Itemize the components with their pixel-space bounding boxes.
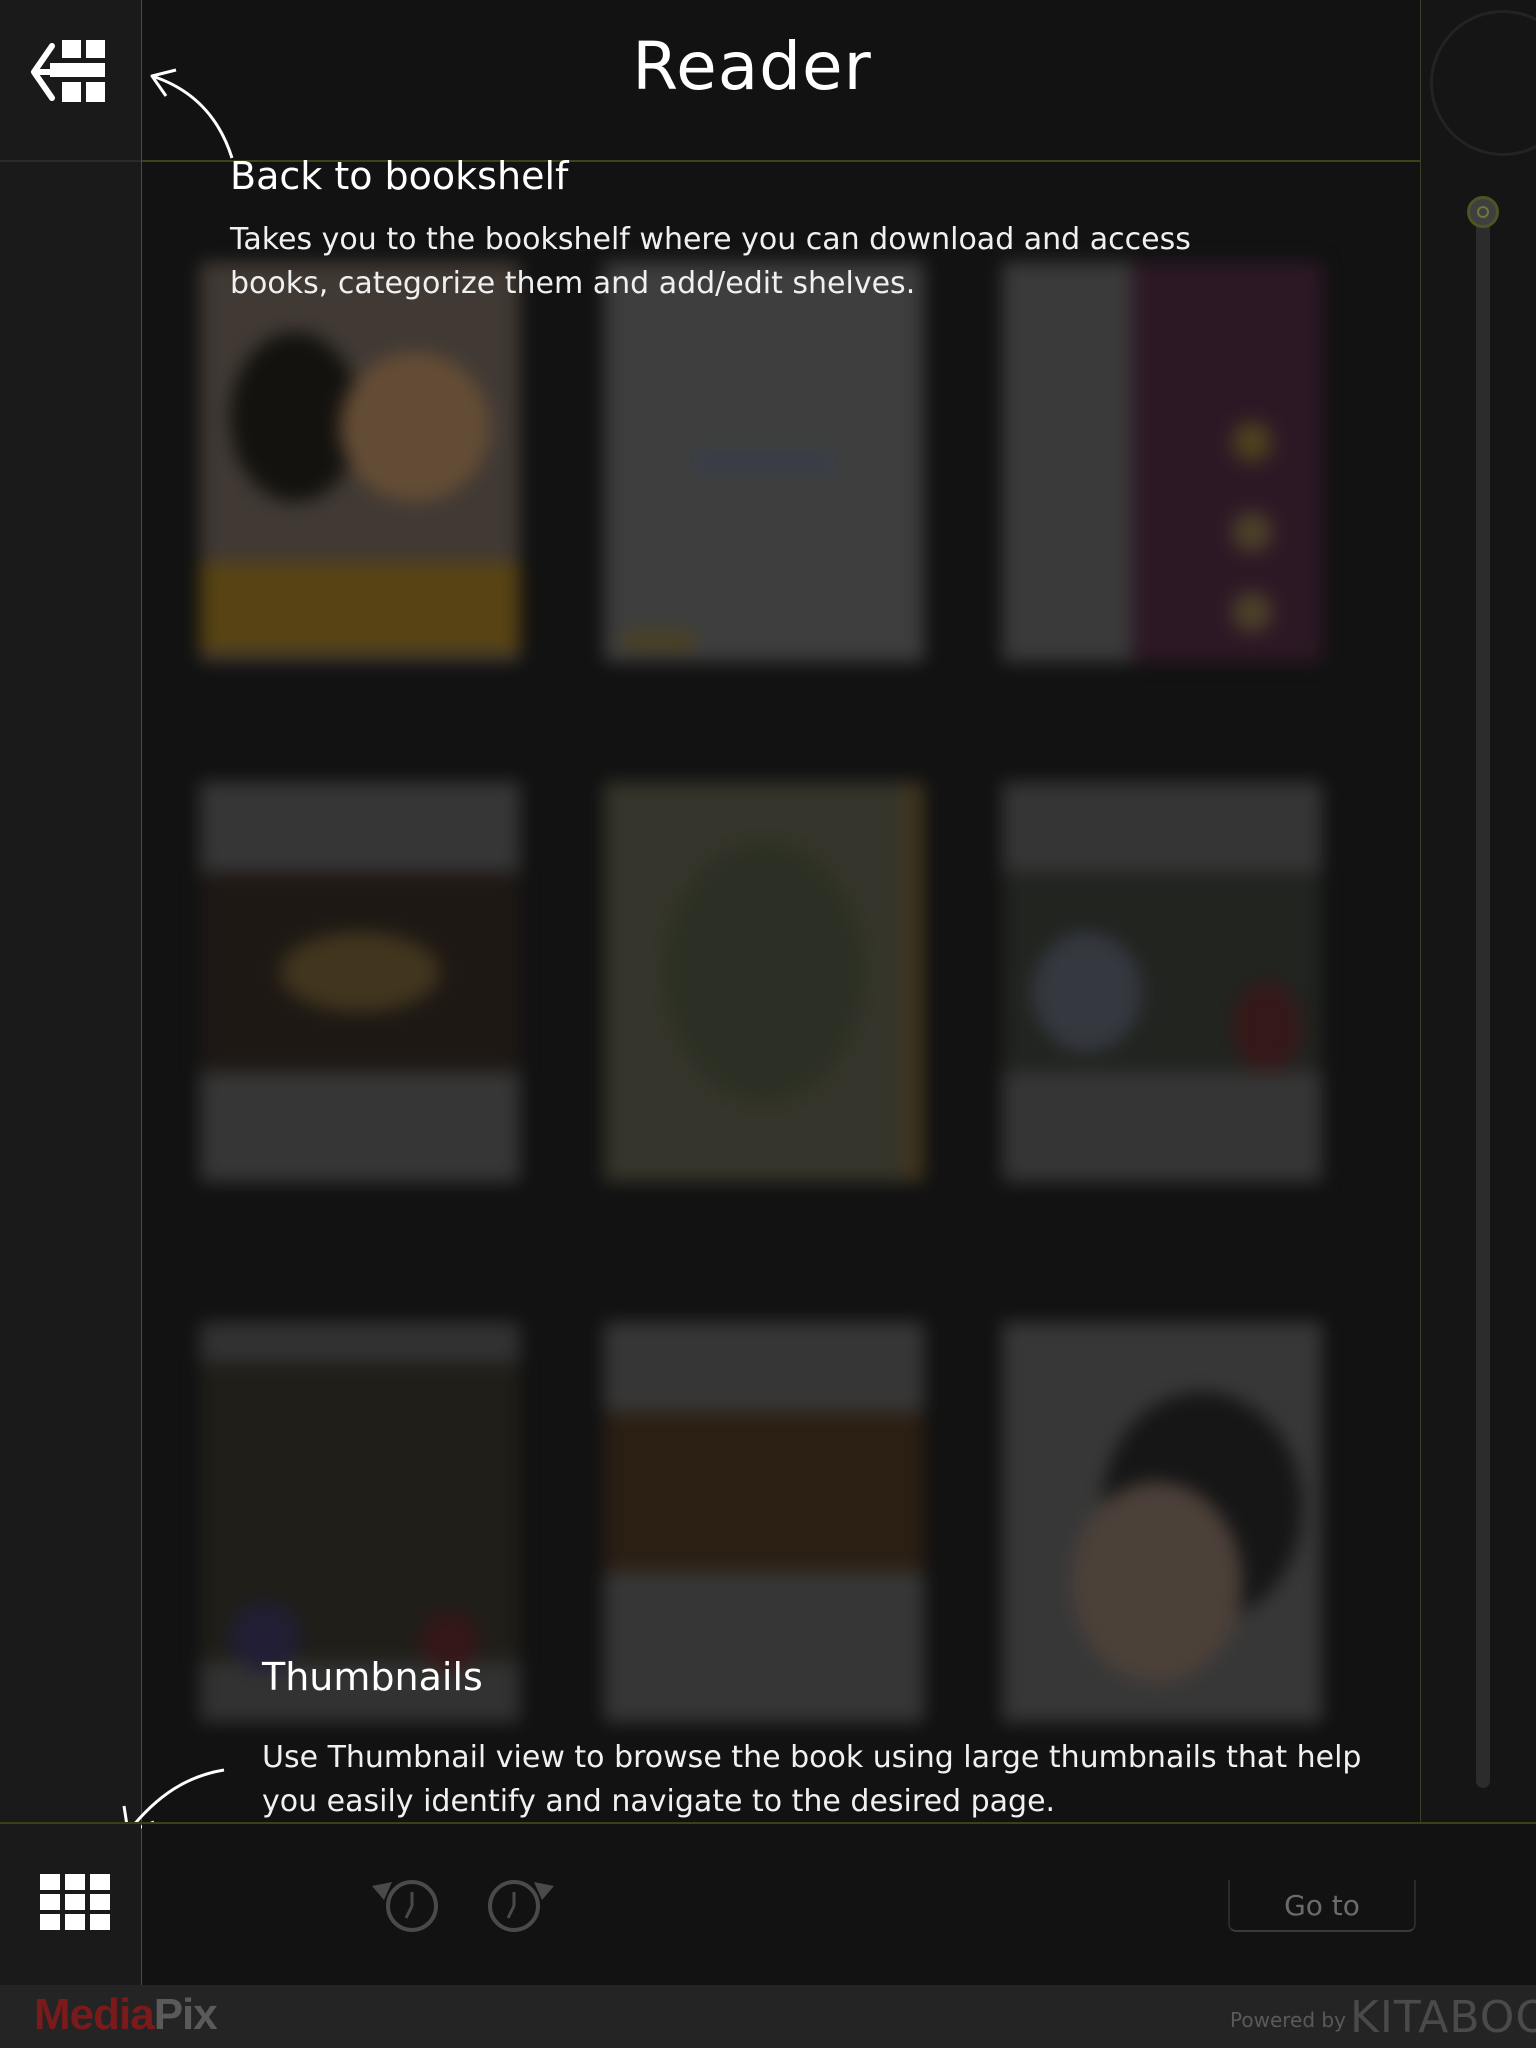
back-to-bookshelf-icon	[31, 40, 105, 102]
page-thumbnails-area	[142, 162, 1420, 1822]
history-forward-icon	[488, 1880, 554, 1932]
go-to-button[interactable]: Go to	[1228, 1880, 1416, 1932]
right-divider	[1420, 0, 1421, 1822]
left-rail	[0, 0, 141, 1985]
page-title: Reader	[632, 28, 872, 105]
history-forward-button[interactable]	[484, 1876, 556, 1934]
callout-back-description: Takes you to the bookshelf where you can…	[230, 222, 1191, 301]
kitaboo-logo: KITABOO	[1350, 1992, 1536, 2043]
left-divider	[141, 0, 142, 1985]
page-scrollbar-track[interactable]	[1476, 200, 1490, 1788]
powered-by-label: Powered by	[1230, 2008, 1346, 2032]
left-rail-divider	[0, 160, 141, 162]
page-scrollbar-handle[interactable]	[1467, 196, 1499, 228]
callout-thumbnails-description: Use Thumbnail view to browse the book us…	[262, 1740, 1362, 1819]
brand-name-part2: Pix	[153, 1990, 218, 2039]
back-to-bookshelf-button[interactable]	[30, 36, 114, 108]
thumbnails-button[interactable]	[40, 1874, 110, 1930]
decorative-ring	[1430, 10, 1536, 156]
brand-name-part1: Media	[34, 1990, 155, 2039]
callout-back-title: Back to bookshelf	[230, 154, 569, 198]
overlay-dim	[142, 162, 1420, 1822]
toolbar-divider	[0, 1822, 1536, 1824]
callout-thumbnails-title: Thumbnails	[262, 1655, 483, 1699]
thumbnails-grid-icon	[40, 1874, 110, 1930]
mediapix-logo: MediaPix	[34, 1990, 218, 2040]
history-back-icon	[372, 1880, 438, 1932]
history-back-button[interactable]	[370, 1876, 442, 1934]
